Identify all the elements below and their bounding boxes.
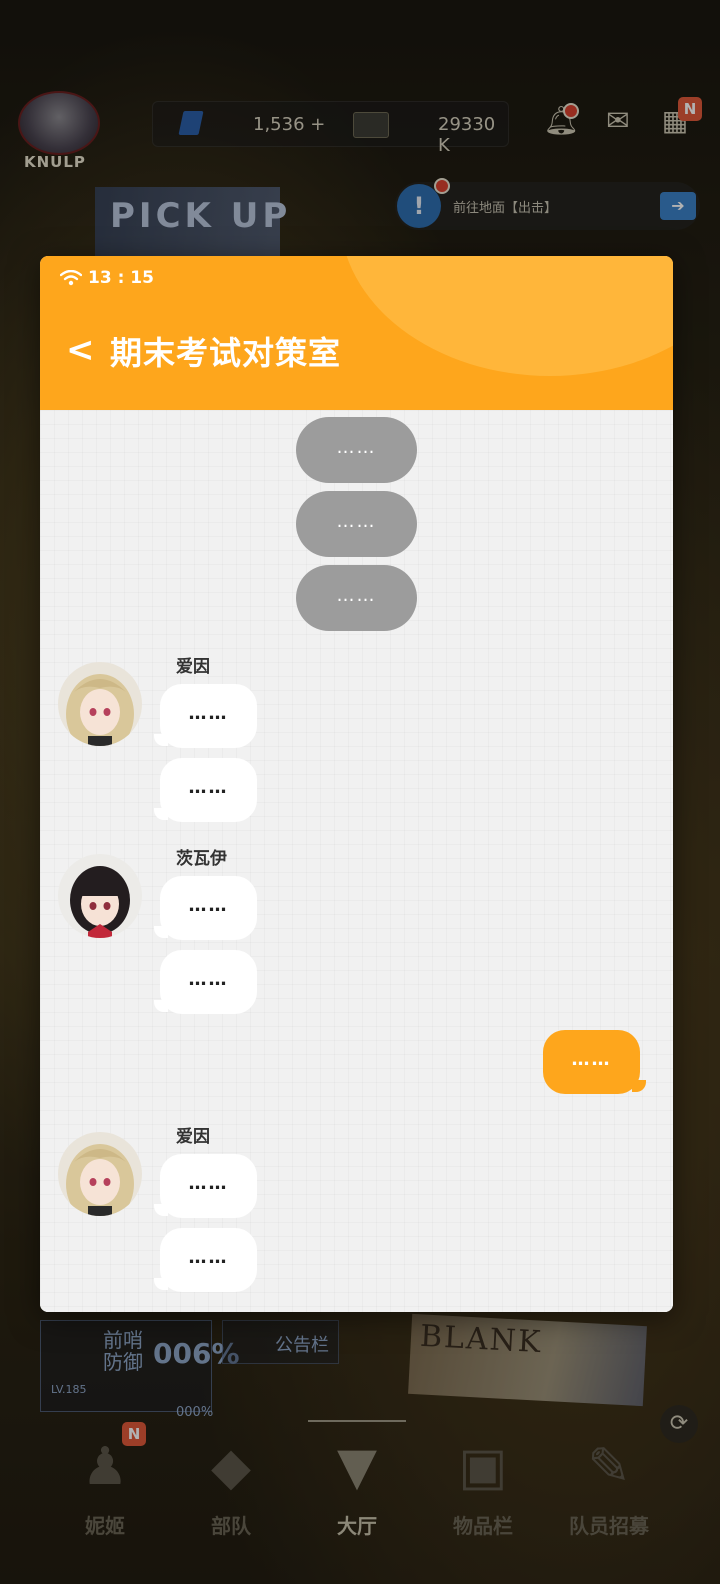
bubble-tail [154,1000,168,1012]
avatar[interactable] [58,854,142,938]
chat-phone-window: 13 : 15 < 期末考试对策室 …… …… …… 爱因 …… …… 茨瓦伊 … [40,256,673,1312]
sender-name: 茨瓦伊 [176,849,227,869]
sender-name: 爱因 [176,657,210,677]
dark-hair-girl-portrait-icon [58,854,142,938]
system-message: …… [296,417,417,483]
bubble-tail [154,808,168,820]
chat-title: 期末考试对策室 [110,334,342,372]
avatar[interactable] [58,1132,142,1216]
message-text: …… [188,703,229,724]
avatar[interactable] [58,662,142,746]
back-chevron-icon[interactable]: < [66,330,96,370]
my-message-bubble[interactable]: …… [543,1030,646,1094]
bubble-tail [154,1278,168,1290]
sender-name: 爱因 [176,1127,210,1147]
message-text: …… [188,895,229,916]
message-text: …… [188,777,229,798]
header-decoration [340,256,673,376]
message-bubble[interactable]: …… [154,1154,257,1218]
bubble-tail [154,1204,168,1216]
bubble-tail [154,926,168,938]
message-bubble[interactable]: …… [154,758,257,822]
chat-message-list[interactable]: …… …… …… 爱因 …… …… 茨瓦伊 …… …… …… 爱因 …… …… [40,410,673,1312]
status-time: 13 : 15 [88,268,154,288]
bubble-tail [154,734,168,746]
message-text: …… [571,1049,612,1070]
blonde-girl-portrait-icon [58,1132,142,1216]
message-text: …… [188,1247,229,1268]
system-message: …… [296,491,417,557]
system-message: …… [296,565,417,631]
chat-header: 13 : 15 < 期末考试对策室 [40,256,673,410]
message-bubble[interactable]: …… [154,950,257,1014]
message-bubble[interactable]: …… [154,1228,257,1292]
message-bubble[interactable]: …… [154,876,257,940]
blonde-girl-portrait-icon [58,662,142,746]
header-decoration-tail [520,316,560,376]
message-text: …… [188,969,229,990]
message-text: …… [188,1173,229,1194]
message-bubble[interactable]: …… [154,684,257,748]
wifi-icon [60,270,82,286]
bubble-tail [632,1080,646,1092]
